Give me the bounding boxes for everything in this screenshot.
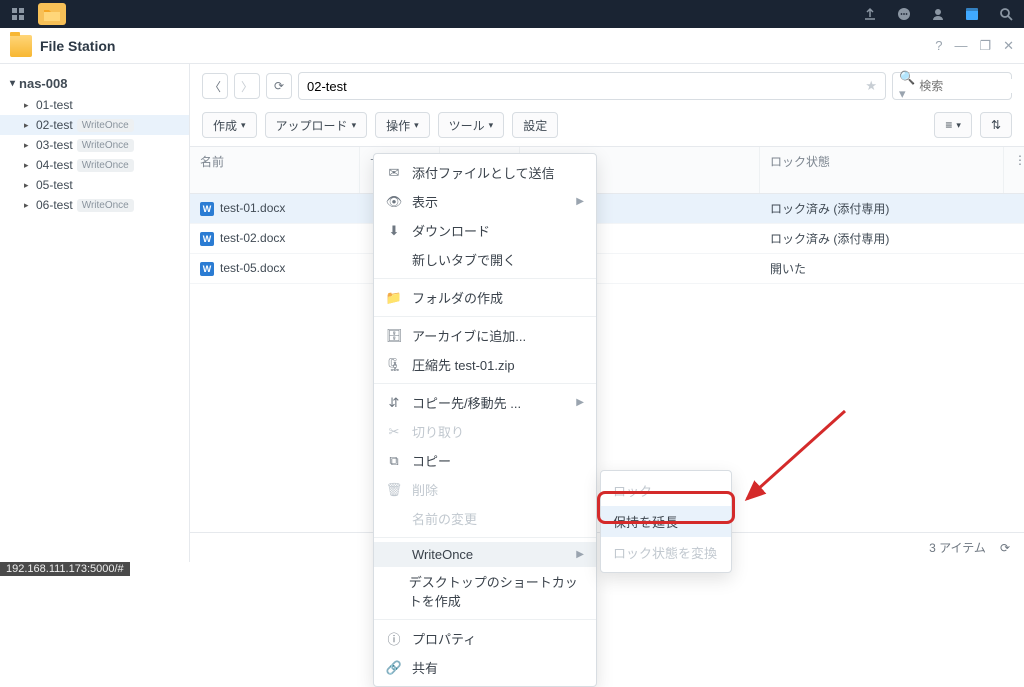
info-icon: ⓘ [386,629,402,648]
download-icon: ⬇ [386,223,402,239]
ctx-new-folder[interactable]: 📁フォルダの作成 [374,283,596,312]
copy-move-icon: ⇵ [386,395,402,411]
ctx-delete: 🗑削除 [374,475,596,504]
tree-item[interactable]: ▸04-testWriteOnce [0,155,189,175]
sub-convert-lock: ロック状態を変換 [601,537,731,568]
search-input[interactable] [919,79,1024,93]
file-row[interactable]: Wtest-02.docx0:01:32ロック済み (添付専用) [190,224,1024,254]
path-input[interactable] [307,79,859,94]
nav-back-button[interactable]: 〈 [202,73,228,99]
close-icon[interactable]: ✕ [1003,38,1014,54]
file-row[interactable]: Wtest-01.docx7:57:21ロック済み (添付専用) [190,194,1024,224]
tree-item[interactable]: ▸06-testWriteOnce [0,195,189,215]
ctx-share[interactable]: 🔗共有 [374,653,596,682]
minimize-icon[interactable]: — [954,38,967,54]
upload-button[interactable]: アップロード▾ [265,112,368,138]
scissors-icon: ✂ [386,424,402,440]
ctx-compress[interactable]: 🗜圧縮先 test-01.zip [374,350,596,379]
search-field-icon: 🔍▾ [899,70,915,102]
maximize-icon[interactable]: ❐ [979,38,991,54]
system-topbar [0,0,1024,28]
tree-item[interactable]: ▸05-test [0,175,189,195]
user-icon[interactable] [924,3,952,25]
sub-lock: ロック [601,475,731,506]
filestation-taskbar-icon[interactable] [38,3,66,25]
window-title: File Station [40,38,935,54]
context-menu[interactable]: ✉添付ファイルとして送信 👁表示▶ ⬇ダウンロード 新しいタブで開く 📁フォルダ… [373,153,597,687]
ctx-download[interactable]: ⬇ダウンロード [374,216,596,245]
ctx-copy-move[interactable]: ⇵コピー先/移動先 ...▶ [374,388,596,417]
sub-extend-retention[interactable]: 保持を延長 [601,506,731,537]
file-row[interactable]: Wtest-05.docx7:31:13開いた [190,254,1024,284]
ctx-copy[interactable]: ⧉コピー [374,446,596,475]
ctx-cut: ✂切り取り [374,417,596,446]
ctx-properties[interactable]: ⓘプロパティ [374,624,596,653]
mail-icon: ✉ [386,165,402,181]
zip-icon: 🗜 [386,357,402,373]
create-button[interactable]: 作成▾ [202,112,257,138]
folder-tree: ▾nas-008 ▸01-test▸02-testWriteOnce▸03-te… [0,64,190,562]
upload-tray-icon[interactable] [856,3,884,25]
folder-plus-icon: 📁 [386,290,402,306]
share-icon: 🔗 [386,660,402,676]
tree-item[interactable]: ▸03-testWriteOnce [0,135,189,155]
tree-root[interactable]: ▾nas-008 [0,72,189,95]
eye-icon: 👁 [386,194,402,210]
tools-button[interactable]: ツール▾ [438,112,505,138]
app-folder-icon [10,35,32,57]
status-refresh-icon[interactable]: ⟳ [1000,541,1010,555]
ctx-rename: 名前の変更 [374,504,596,533]
chat-icon[interactable] [890,3,918,25]
ctx-add-archive[interactable]: 🗄アーカイブに追加... [374,321,596,350]
file-list: Wtest-01.docx7:57:21ロック済み (添付専用)Wtest-02… [190,194,1024,284]
archive-icon: 🗄 [386,328,402,344]
col-menu-icon[interactable]: ⋮ [1004,147,1024,193]
tree-item[interactable]: ▸01-test [0,95,189,115]
column-headers: 名前 サイズ ▴ ファイルタイ... 変更日 ロック状態 ⋮ [190,146,1024,194]
ctx-send-attachment[interactable]: ✉添付ファイルとして送信 [374,158,596,187]
trash-icon: 🗑 [386,482,402,498]
dashboard-icon[interactable] [4,3,32,25]
ctx-writeonce[interactable]: WriteOnce▶ [374,542,596,567]
ctx-desktop-shortcut[interactable]: デスクトップのショートカットを作成 [374,567,596,615]
sort-button[interactable]: ⇅ [980,112,1012,138]
search-icon[interactable] [992,3,1020,25]
writeonce-submenu[interactable]: ロック 保持を延長 ロック状態を変換 [600,470,732,573]
action-button[interactable]: 操作▾ [375,112,430,138]
nav-forward-button[interactable]: 〉 [234,73,260,99]
favorite-star-icon[interactable]: ★ [865,78,877,94]
col-lock[interactable]: ロック状態 [760,147,1004,193]
browser-url-tooltip: 192.168.111.173:5000/# [0,562,130,576]
view-mode-button[interactable]: ≡ ▾ [934,112,972,138]
tree-item[interactable]: ▸02-testWriteOnce [0,115,189,135]
copy-icon: ⧉ [386,453,402,469]
ctx-view[interactable]: 👁表示▶ [374,187,596,216]
item-count: 3 アイテム [929,539,986,556]
col-name[interactable]: 名前 [190,147,360,193]
help-icon[interactable]: ? [935,38,942,54]
refresh-button[interactable]: ⟳ [266,73,292,99]
ctx-open-new-tab[interactable]: 新しいタブで開く [374,245,596,274]
widgets-icon[interactable] [958,3,986,25]
settings-button[interactable]: 設定 [512,112,558,138]
